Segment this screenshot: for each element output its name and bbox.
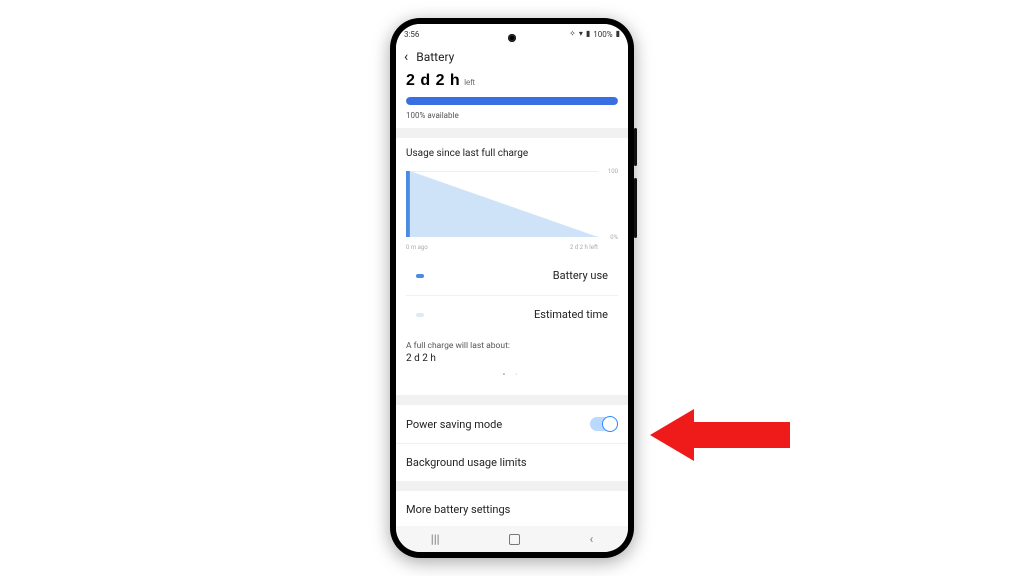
section-divider	[396, 395, 628, 405]
battery-available: 100% available	[406, 111, 618, 120]
usage-chart: 100 0% 0 m ago 2 d 2 h left	[406, 171, 618, 251]
legend-swatch-battery-use	[416, 274, 424, 278]
battery-level-bar	[406, 97, 618, 105]
legend-battery-use: Battery use	[553, 269, 608, 282]
nav-back-icon[interactable]: ‹	[590, 532, 594, 546]
phone-side-button	[634, 128, 637, 166]
time-remaining: 2 d 2 h left	[406, 70, 618, 90]
chart-legend: Battery use Estimated time	[406, 257, 618, 333]
phone-frame: 3:56 ✧ ▾ ▮ 100% ▮ ‹ Battery 2 d 2 h left	[390, 18, 634, 558]
background-usage-limits-row[interactable]: Background usage limits	[396, 443, 628, 481]
background-usage-label: Background usage limits	[406, 456, 527, 469]
time-remaining-value: 2 d 2 h	[406, 72, 460, 90]
page-title: Battery	[416, 50, 454, 64]
back-icon[interactable]: ‹	[404, 50, 408, 64]
nav-home-icon[interactable]	[509, 534, 520, 545]
full-charge-label: A full charge will last about:	[406, 341, 618, 351]
section-divider	[396, 128, 628, 138]
full-charge-value: 2 d 2 h	[406, 353, 618, 364]
wifi-icon: ▾	[579, 30, 583, 38]
usage-card[interactable]: Usage since last full charge 100 0% 0 m …	[396, 138, 628, 395]
legend-estimated: Estimated time	[534, 308, 608, 321]
phone-side-button	[634, 178, 637, 238]
nav-recents-icon[interactable]: |||	[431, 532, 440, 546]
power-saving-toggle[interactable]	[590, 417, 618, 431]
punch-hole-camera	[508, 34, 516, 42]
battery-level-fill	[406, 97, 618, 105]
settings-list: Power saving mode Background usage limit…	[396, 405, 628, 481]
x-axis-left: 0 m ago	[406, 244, 428, 251]
arrow-head-icon	[650, 409, 694, 461]
android-nav-bar: ||| ‹	[396, 526, 628, 552]
status-time: 3:56	[404, 30, 419, 39]
vibrate-icon: ✧	[569, 30, 576, 38]
battery-icon: ▮	[616, 30, 620, 38]
annotation-arrow	[650, 409, 790, 461]
more-battery-settings-row[interactable]: More battery settings	[396, 491, 628, 528]
settings-list-2: More battery settings	[396, 491, 628, 528]
y-axis-bottom: 0%	[610, 234, 618, 241]
signal-icon: ▮	[586, 30, 590, 38]
more-battery-label: More battery settings	[406, 503, 510, 516]
y-axis-top: 100	[608, 168, 618, 175]
app-header: ‹ Battery	[396, 44, 628, 70]
page-indicator[interactable]: • ·	[406, 364, 618, 387]
status-battery-pct: 100%	[593, 30, 612, 39]
arrow-stem	[694, 422, 790, 448]
legend-swatch-estimated	[416, 313, 424, 317]
x-axis-right: 2 d 2 h left	[570, 244, 598, 251]
power-saving-mode-row[interactable]: Power saving mode	[396, 405, 628, 443]
time-remaining-suffix: left	[464, 78, 475, 87]
usage-title: Usage since last full charge	[406, 138, 618, 165]
usage-chart-svg	[406, 171, 598, 237]
battery-summary-card: 2 d 2 h left 100% available	[396, 70, 628, 128]
phone-screen: 3:56 ✧ ▾ ▮ 100% ▮ ‹ Battery 2 d 2 h left	[396, 24, 628, 552]
toggle-knob	[602, 416, 618, 432]
section-divider	[396, 481, 628, 491]
power-saving-label: Power saving mode	[406, 418, 502, 431]
